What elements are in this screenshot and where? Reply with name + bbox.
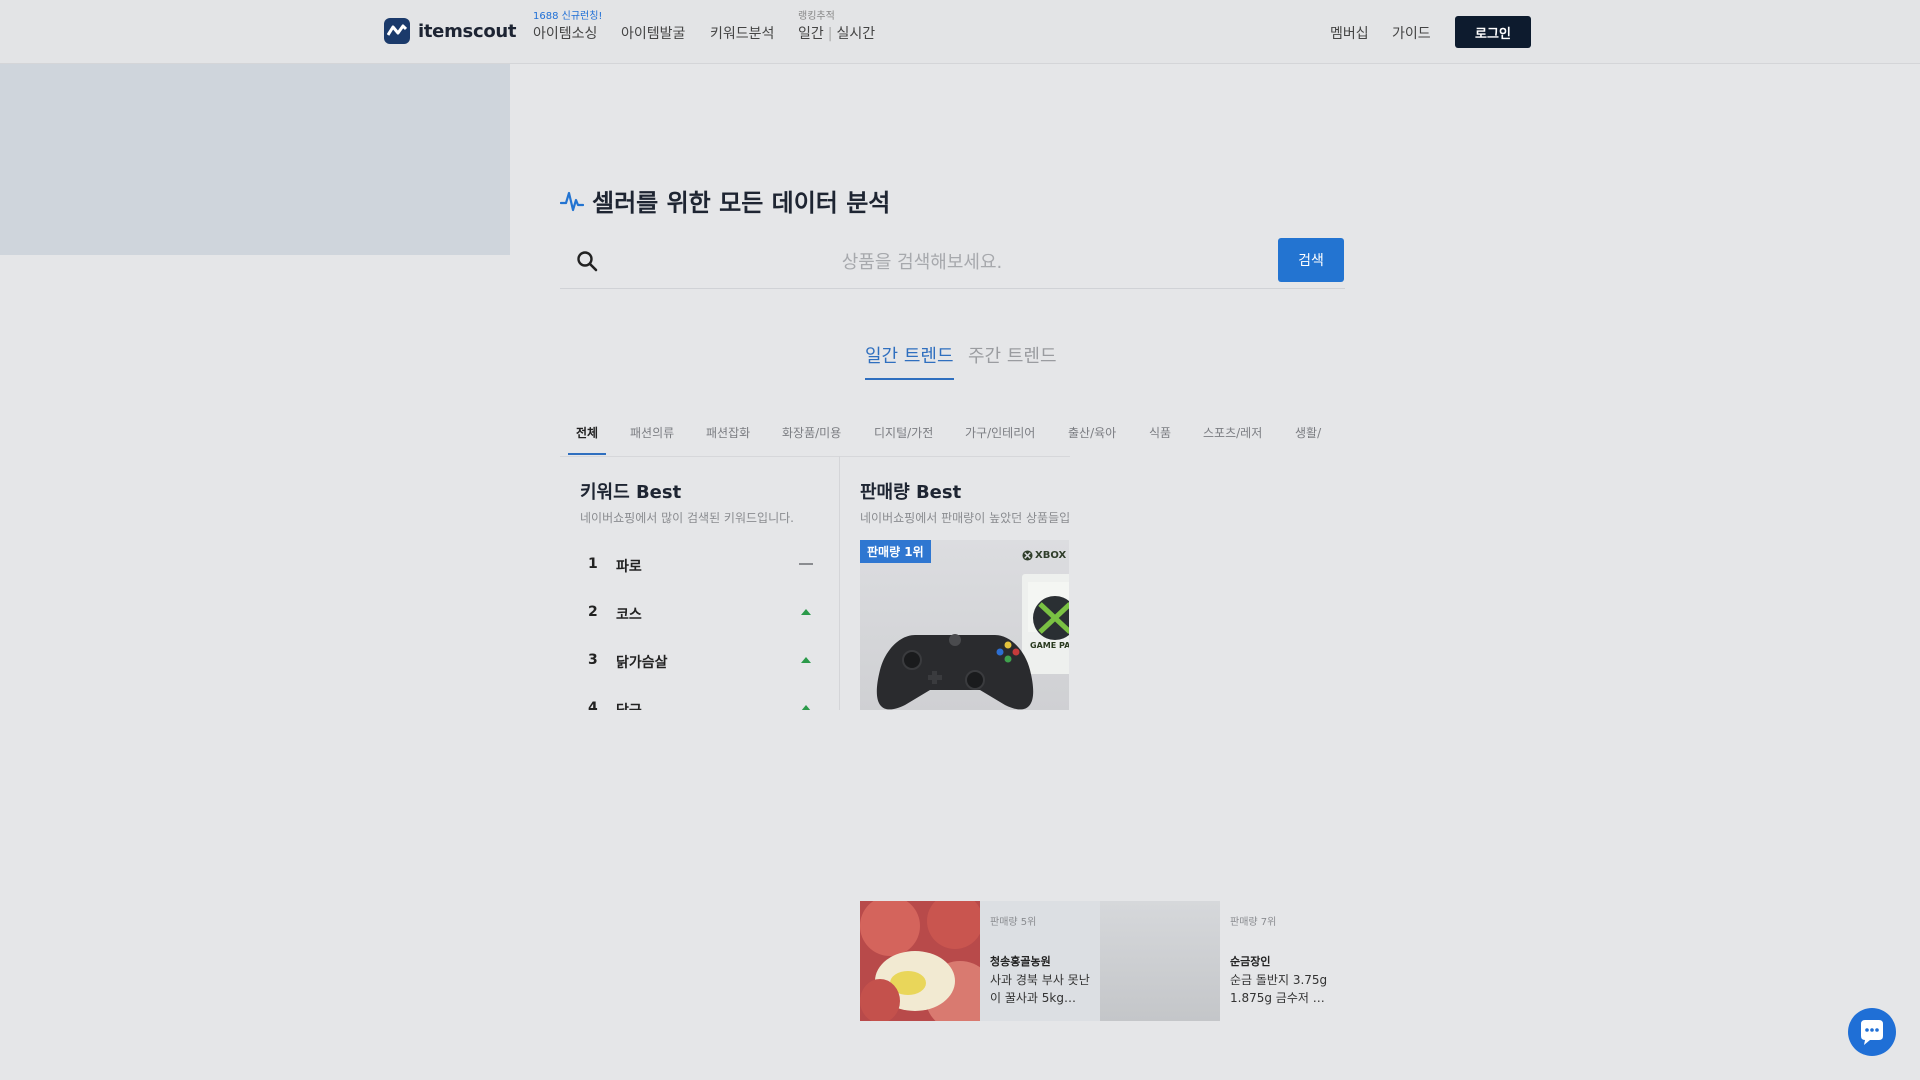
- keyword-row[interactable]: 2 코스: [580, 602, 820, 626]
- logo-mark-icon: [384, 18, 410, 44]
- nav-item-sourcing[interactable]: 아이템소싱: [533, 23, 597, 43]
- category-active-indicator: [568, 453, 606, 455]
- product-card-5[interactable]: 판매량 5위 청송홍골농원 사과 경북 부사 못난이 꿀사과 5kg 10kg: [980, 901, 1100, 1021]
- category-all[interactable]: 전체: [576, 424, 598, 441]
- category-fashion-clothing[interactable]: 패션의류: [630, 424, 674, 441]
- nav-item-keyword-analysis[interactable]: 키워드분석: [710, 23, 774, 43]
- search-bar: 검색: [560, 236, 1345, 289]
- login-button[interactable]: 로그인: [1455, 16, 1531, 48]
- category-cosmetics[interactable]: 화장품/미용: [782, 424, 841, 441]
- keyword-row[interactable]: 4 당근: [580, 698, 820, 710]
- category-furniture[interactable]: 가구/인테리어: [965, 424, 1035, 441]
- nav-item-daily[interactable]: 일간: [798, 26, 824, 42]
- hero-heading: 셀러를 위한 모든 데이터 분석: [560, 183, 890, 218]
- tab-weekly-trend[interactable]: 주간 트렌드: [968, 342, 1057, 378]
- product-seller: 청송홍골농원: [990, 955, 1051, 968]
- keyword-name: 닭가슴살: [616, 655, 668, 671]
- product-thumbnail[interactable]: [1100, 901, 1220, 1021]
- tab-daily-trend[interactable]: 일간 트렌드: [865, 342, 954, 380]
- keyword-rank: 4: [588, 700, 598, 710]
- search-button[interactable]: 검색: [1278, 238, 1344, 282]
- chat-button[interactable]: [1848, 1008, 1896, 1056]
- search-icon: [577, 251, 598, 272]
- nav-separator: |: [827, 26, 833, 42]
- sales-rank-badge: 판매량 1위: [860, 540, 931, 563]
- membership-link[interactable]: 멤버십: [1330, 23, 1369, 43]
- trend-up-icon: [801, 657, 811, 663]
- trend-up-icon: [801, 609, 811, 615]
- product-thumbnail[interactable]: [860, 893, 995, 1031]
- nav-item-realtime[interactable]: 실시간: [836, 26, 875, 42]
- apple-image: [860, 893, 995, 1031]
- chat-bubble-icon: [1861, 1020, 1883, 1045]
- product-name: 사과 경북 부사 못난이 꿀사과 5kg 10kg: [990, 973, 1090, 1005]
- page-title: 셀러를 위한 모든 데이터 분석: [592, 189, 891, 217]
- trend-up-icon: [801, 705, 811, 710]
- category-living[interactable]: 생활/: [1295, 424, 1321, 441]
- logo[interactable]: itemscout: [384, 18, 517, 44]
- keyword-name: 코스: [616, 607, 642, 623]
- category-fashion-goods[interactable]: 패션잡화: [706, 424, 750, 441]
- keyword-best-title: 키워드 Best: [580, 482, 682, 503]
- keyword-row[interactable]: 1 파로: [580, 554, 820, 578]
- category-baby[interactable]: 출산/육아: [1068, 424, 1116, 441]
- category-digital[interactable]: 디지털/가전: [874, 424, 933, 441]
- nav-badge-new: 1688 신규런칭!: [533, 11, 603, 22]
- nav-badge-ranking: 랭킹추적: [798, 11, 835, 22]
- game-pass-text: GAME PA: [1030, 641, 1069, 650]
- sales-best-subtitle: 네이버쇼핑에서 판매량이 높았던 상품들입니다.: [860, 511, 1069, 525]
- xbox-controller-image: GAME PA: [876, 574, 1069, 710]
- xbox-brand: XBOX: [1022, 550, 1066, 561]
- keyword-best-subtitle: 네이버쇼핑에서 많이 검색된 키워드입니다.: [580, 511, 794, 525]
- trend-same-icon: [799, 563, 813, 565]
- xbox-icon: [1022, 550, 1033, 561]
- sales-best-title: 판매량 Best: [860, 482, 962, 503]
- product-name: 순금 돌반지 3.75g 1.875g 금수저 돌잔치: [1230, 973, 1328, 1005]
- guide-link[interactable]: 가이드: [1392, 23, 1431, 43]
- category-tabs: 전체 패션의류 패션잡화 화장품/미용 디지털/가전 가구/인테리어: [560, 414, 1070, 457]
- keyword-list: 1 파로 2 코스 3 닭가슴살 4 당근: [560, 540, 838, 710]
- keyword-name: 당근: [616, 700, 642, 710]
- keyword-rank: 3: [588, 652, 598, 668]
- category-food[interactable]: 식품: [1149, 424, 1171, 441]
- keyword-row[interactable]: 3 닭가슴살: [580, 650, 820, 674]
- keyword-name: 파로: [616, 559, 642, 575]
- product-image: GAME PA: [860, 540, 1069, 710]
- keyword-rank: 2: [588, 604, 598, 620]
- xbox-brand-text: XBOX: [1035, 550, 1067, 561]
- product-card-7[interactable]: 판매량 7위 순금장인 순금 돌반지 3.75g 1.875g 금수저 돌잔치: [1220, 901, 1340, 1021]
- product-rank: 판매량 5위: [990, 917, 1037, 928]
- keyword-rank: 1: [588, 556, 598, 572]
- pulse-icon: [560, 191, 584, 211]
- top-header: itemscout 1688 신규런칭! 아이템소싱 아이템발굴 키워드분석 랭…: [0, 0, 1920, 64]
- logo-text: itemscout: [418, 20, 517, 42]
- top-product-card[interactable]: GAME PA 판매량 1위 XBOX: [860, 540, 1069, 710]
- nav-item-discovery[interactable]: 아이템발굴: [621, 23, 685, 43]
- banner-placeholder: [0, 64, 510, 255]
- product-rank: 판매량 7위: [1230, 917, 1277, 928]
- nav-item-ranking: 일간 | 실시간: [798, 23, 875, 43]
- category-sports[interactable]: 스포츠/레저: [1203, 424, 1262, 441]
- panel-divider: [839, 456, 840, 710]
- product-seller: 순금장인: [1230, 955, 1271, 968]
- search-input[interactable]: [620, 244, 1224, 280]
